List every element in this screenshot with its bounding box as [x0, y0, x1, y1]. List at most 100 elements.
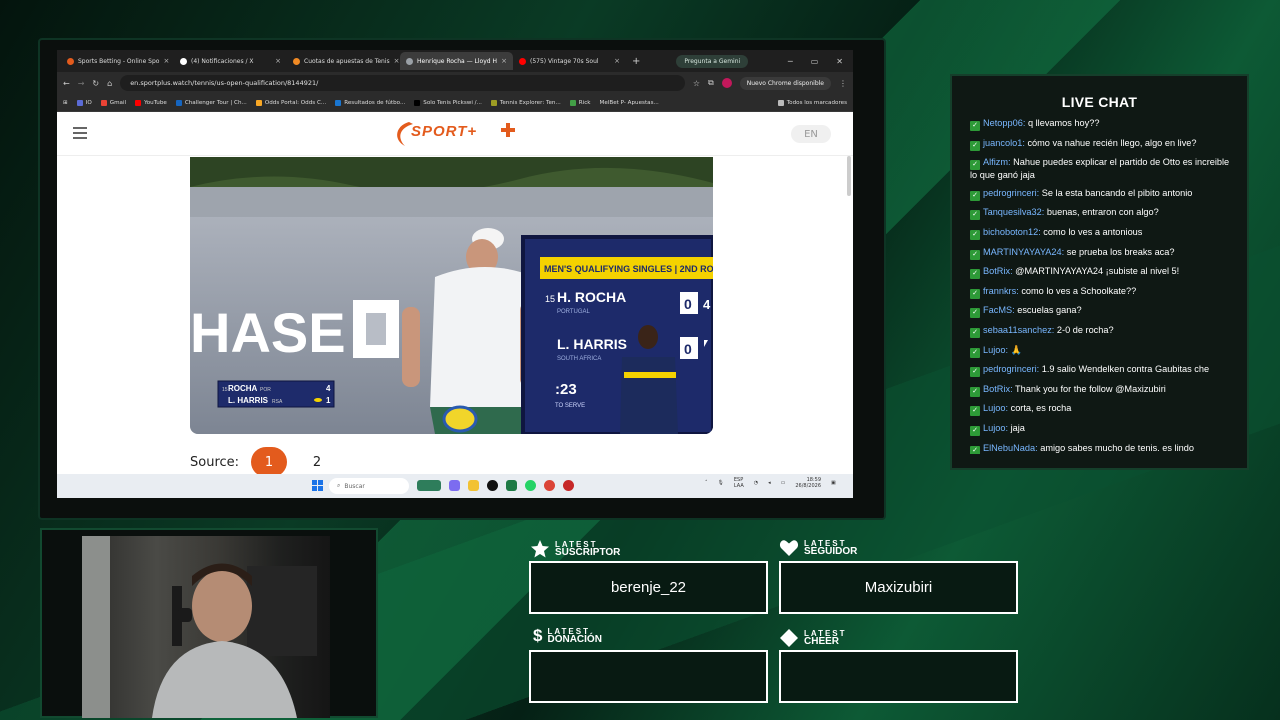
bookmark-item[interactable]: Challenger Tour | Ch... [175, 99, 247, 106]
chrome-update-button[interactable]: Nuevo Chrome disponible [739, 76, 831, 90]
mini-p2-country: RSA [272, 399, 283, 405]
notification-icon[interactable]: ▣ [831, 480, 836, 486]
volume-icon[interactable]: ◂ [768, 480, 771, 486]
close-icon[interactable]: × [275, 57, 281, 65]
battery-icon[interactable]: ▭ [781, 480, 786, 486]
sponsor-text: HASE [190, 301, 346, 364]
mic-icon[interactable]: 🎙 [718, 480, 724, 486]
all-bookmarks[interactable]: Todos los marcadores [777, 99, 847, 106]
chat-username[interactable]: Lujoo [983, 345, 1005, 355]
chat-username[interactable]: Lujoo [983, 403, 1005, 413]
tab-4[interactable]: (575) Vintage 70s Soul × [513, 52, 626, 70]
site-logo[interactable]: SPORT+ [391, 118, 515, 150]
hamburger-menu-icon[interactable] [73, 127, 87, 139]
profile-avatar[interactable] [721, 78, 732, 88]
maximize-icon[interactable]: ▭ [811, 57, 819, 66]
chat-username[interactable]: juancolo1 [983, 138, 1022, 148]
bookmark-favicon [76, 99, 83, 106]
close-icon[interactable]: × [501, 57, 507, 65]
back-icon[interactable]: ← [63, 79, 70, 88]
scrollbar-thumb[interactable] [847, 156, 851, 196]
chat-username[interactable]: Tanquesilva32 [983, 207, 1042, 217]
language-button[interactable]: EN [791, 125, 831, 143]
chat-badge-icon: ✓ [970, 386, 980, 397]
minimize-icon[interactable]: ─ [788, 57, 793, 66]
chat-message: ✓ sebaa11sanchez: 2-0 de rocha? [970, 325, 1236, 338]
chat-username[interactable]: frannkrs [983, 286, 1016, 296]
clock[interactable]: 18:59 26/8/2026 [795, 477, 821, 489]
chevron-up-icon[interactable]: ˄ [705, 480, 708, 486]
chat-badge-icon: ✓ [970, 210, 980, 221]
chat-text: @MARTINYAYAYA24 ¡subiste al nivel 5! [1015, 266, 1180, 277]
wifi-icon[interactable]: ◔ [754, 480, 758, 486]
copilot-icon[interactable] [449, 480, 460, 491]
bookmark-item[interactable]: Odds Portal: Odds C... [255, 99, 326, 106]
bookmark-item[interactable]: Gmail [100, 99, 126, 106]
chat-username[interactable]: Netopp06 [983, 118, 1023, 128]
chat-username[interactable]: pedrogrinceri [983, 364, 1037, 374]
chat-username[interactable]: BotRix [983, 266, 1010, 276]
chat-username[interactable]: FacMS [983, 305, 1012, 315]
close-window-icon[interactable]: ✕ [836, 57, 843, 66]
chat-username[interactable]: pedrogrinceri [983, 188, 1037, 198]
windows-start-icon[interactable] [312, 480, 323, 491]
address-bar-row: ← → ↻ ⌂ en.sportplus.watch/tennis/us-ope… [57, 72, 853, 94]
bookmark-item[interactable]: Resultados de fútbo... [335, 99, 405, 106]
bookmark-item[interactable]: Rick [569, 99, 591, 106]
bookmark-item[interactable]: MelBet P- Apuestas... [600, 100, 659, 106]
latest-follower-box: Maxizubiri [779, 561, 1018, 614]
bookmark-item[interactable]: YouTube [135, 99, 167, 106]
mouse-cursor-icon [704, 340, 708, 347]
app-icon[interactable] [563, 480, 574, 491]
tab-favicon [180, 57, 187, 65]
new-tab-button[interactable]: + [626, 56, 646, 67]
taskbar-search[interactable]: ⌕ Buscar [329, 478, 409, 494]
chat-username[interactable]: Alfizm [983, 157, 1008, 167]
gemini-button[interactable]: Pregunta a Gemini [676, 54, 749, 68]
chat-message: ✓ pedrogrinceri: 1.9 salio Wendelken cont… [970, 364, 1236, 378]
tab-2[interactable]: Cuotas de apuestas de Tenis × [287, 52, 400, 70]
excel-icon[interactable] [506, 480, 517, 491]
latest-cheer-box [779, 650, 1018, 703]
chat-username[interactable]: sebaa11sanchez [983, 325, 1052, 335]
taskbar-apps [417, 480, 574, 491]
bookmark-item[interactable]: Solo Tenis Pickswi /... [414, 99, 482, 106]
close-icon[interactable]: × [614, 57, 620, 65]
language-indicator[interactable]: ESP LAA [734, 477, 744, 489]
whatsapp-icon[interactable] [525, 480, 536, 491]
bookmark-item[interactable]: IO [76, 99, 92, 106]
widgets-icon[interactable] [417, 480, 441, 491]
video-player[interactable]: HASE MEN'S QUALIFYING SINGLES | 2ND ROUN… [190, 157, 713, 434]
tab-favicon [406, 57, 413, 65]
menu-icon[interactable]: ⋮ [839, 79, 847, 88]
board-p1-country: PORTUGAL [557, 309, 591, 315]
close-icon[interactable]: × [163, 57, 169, 65]
reload-icon[interactable]: ↻ [92, 79, 99, 88]
chat-username[interactable]: ElNebuNada [983, 443, 1035, 453]
extensions-icon[interactable]: ⧉ [708, 78, 714, 88]
chat-text: 🙏 [1010, 344, 1023, 355]
forward-icon[interactable]: → [78, 79, 85, 88]
chat-username[interactable]: MARTINYAYAYA24 [983, 247, 1062, 257]
source-button-1[interactable]: 1 [251, 447, 288, 477]
chrome-icon[interactable] [544, 480, 555, 491]
url-field[interactable]: en.sportplus.watch/tennis/us-open-qualif… [120, 75, 685, 91]
home-icon[interactable]: ⌂ [107, 79, 112, 88]
tab-title: (575) Vintage 70s Soul [530, 57, 599, 65]
bookmark-item[interactable]: Tennis Explorer: Ten... [490, 99, 561, 106]
chat-username[interactable]: BotRix [983, 384, 1010, 394]
tab-0[interactable]: Sports Betting - Online Spo × [61, 52, 174, 70]
tiktok-icon[interactable] [487, 480, 498, 491]
windows-taskbar: ⌕ Buscar ˄ 🎙 ESP LAA ◔ ◂ ▭ 18:59 26/8/2026 … [57, 474, 853, 498]
chat-username[interactable]: Lujoo [983, 423, 1005, 433]
bookmark-favicon [569, 99, 576, 106]
chat-username[interactable]: bichoboton12 [983, 227, 1038, 237]
system-tray: ˄ 🎙 ESP LAA ◔ ◂ ▭ 18:59 26/8/2026 ▣ [705, 477, 836, 489]
tab-3[interactable]: Henrique Rocha — Lloyd H × [400, 52, 513, 70]
source-button-2[interactable]: 2 [299, 447, 335, 477]
star-icon[interactable]: ☆ [693, 79, 700, 88]
tab-1[interactable]: (4) Notificaciones / X × [174, 52, 287, 70]
apps-icon[interactable]: ⊞ [63, 100, 68, 106]
close-icon[interactable]: × [394, 57, 400, 65]
file-explorer-icon[interactable] [468, 480, 479, 491]
